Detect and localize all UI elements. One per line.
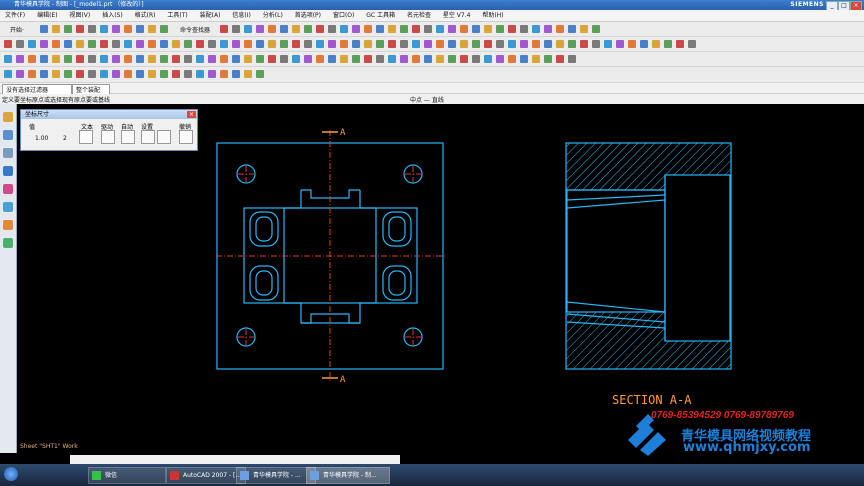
taskbar-label: AutoCAD 2007 - [... — [183, 472, 242, 479]
nx-icon — [310, 471, 319, 480]
taskbar-item-autocad[interactable]: AutoCAD 2007 - [... — [166, 467, 246, 484]
section-marker-bottom: A — [340, 375, 346, 385]
taskbar-item-wechat[interactable]: 微信 — [88, 467, 166, 484]
start-orb-icon[interactable] — [4, 467, 18, 481]
taskbar-label: 微信 — [105, 472, 118, 479]
wechat-icon — [92, 471, 101, 480]
dialog-title: 坐标尺寸 — [21, 110, 197, 119]
undo-icon[interactable] — [179, 130, 193, 144]
text-icon[interactable] — [79, 130, 93, 144]
slot-inner — [255, 216, 273, 242]
taskbar-label: 青华模具学院 - 制... — [323, 472, 377, 479]
autocad-icon — [170, 471, 179, 480]
slot-inner — [388, 216, 406, 242]
value-field[interactable]: 1.00 — [35, 135, 48, 142]
section-label: SECTION A-A — [612, 393, 692, 407]
section-marker-top: A — [340, 128, 346, 138]
sheet-label: Sheet "SHT1" Work — [20, 443, 78, 450]
taskbar-label: 青华模具学院 - ... — [253, 472, 301, 479]
slot-inner — [255, 270, 273, 296]
settings-icon-2[interactable] — [157, 130, 171, 144]
taskbar-item-nx-2[interactable]: 青华模具学院 - 制... — [306, 467, 390, 484]
drive-icon[interactable] — [101, 130, 115, 144]
dialog-close-button[interactable]: × — [187, 111, 196, 118]
precision-dropdown[interactable]: 2 — [63, 135, 67, 142]
slot-inner — [388, 270, 406, 296]
windows-taskbar: 微信 AutoCAD 2007 - [... 青华模具学院 - ... 青华模具… — [0, 464, 864, 486]
watermark-url: www.qhmjxy.com — [683, 440, 811, 455]
sketch-toolbar — [70, 455, 400, 464]
section-counterbore — [664, 174, 731, 342]
settings-icon[interactable] — [141, 130, 155, 144]
ordinate-dimension-dialog: 坐标尺寸 × 值 文本 驱动 自动 设置 撤销 1.00 2 — [20, 109, 198, 151]
auto-icon[interactable] — [121, 130, 135, 144]
nx-icon — [240, 471, 249, 480]
taskbar-item-nx-1[interactable]: 青华模具学院 - ... — [236, 467, 316, 484]
contact-phones: 0769-85394529 0769-89789769 — [651, 410, 794, 421]
section-cavity — [566, 189, 666, 313]
col-value: 值 — [29, 124, 36, 131]
